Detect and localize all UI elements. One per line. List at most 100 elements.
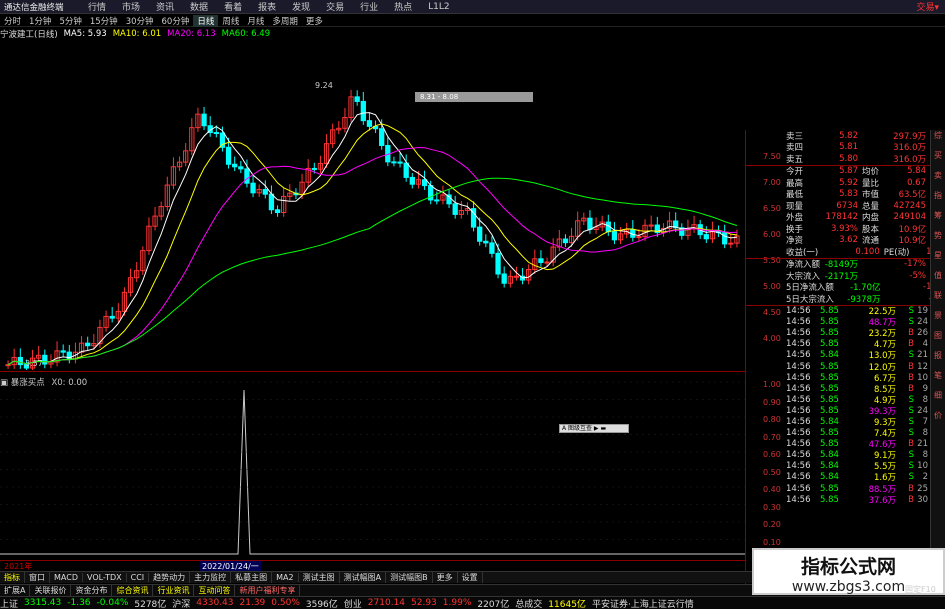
side-tool-button[interactable]: 细 — [931, 390, 945, 410]
candle-body — [483, 240, 489, 244]
side-tool-button[interactable]: 图 — [931, 330, 945, 350]
sub-tab[interactable]: 扩展A — [0, 585, 31, 596]
menu-item[interactable]: 看着 — [216, 0, 250, 13]
side-tool-button[interactable]: 笔 — [931, 370, 945, 390]
quote-key: 今开 — [786, 167, 804, 178]
menu-item[interactable]: 交易 — [318, 0, 352, 13]
side-tool-button[interactable]: 买 — [931, 150, 945, 170]
quote-key2: 股本 — [862, 224, 880, 235]
candle-body — [250, 182, 256, 194]
side-tool-button[interactable]: 价 — [931, 410, 945, 430]
indicator-tab[interactable]: 私募主图 — [231, 572, 273, 583]
tick-count: 30 — [917, 494, 928, 505]
sh-pct: -0.04% — [96, 598, 129, 608]
quote-value: 5.83 — [839, 189, 858, 200]
menu-item[interactable]: 资讯 — [148, 0, 182, 13]
period-item[interactable]: 15分钟 — [86, 15, 122, 27]
indicator-tab[interactable]: 测试幅图A — [340, 572, 387, 583]
period-item[interactable]: 分时 — [0, 15, 25, 27]
indicator-tab[interactable]: 设置 — [458, 572, 483, 583]
menu-item[interactable]: 市场 — [114, 0, 148, 13]
menu-item[interactable]: L1L2 — [420, 2, 457, 12]
tick-row: 14:56 5.85 39.3万 S 24 — [746, 405, 945, 417]
tick-price: 5.85 — [820, 361, 839, 372]
tick-side: S — [908, 405, 914, 416]
period-item[interactable]: 1分钟 — [25, 15, 55, 27]
side-tool-button[interactable]: 报 — [931, 350, 945, 370]
tick-side: S — [908, 350, 914, 361]
indicator-tab[interactable]: MACD — [50, 573, 83, 582]
side-tool-button[interactable]: 指 — [931, 190, 945, 210]
indicator-tab[interactable]: VOL-TDX — [83, 573, 127, 582]
candle-body — [360, 100, 366, 122]
period-item[interactable]: 多周期 — [268, 15, 302, 27]
side-tool-button[interactable]: 综 — [931, 130, 945, 150]
sub-tab[interactable]: 关联报价 — [30, 585, 72, 596]
indicator-tab[interactable]: 测试主图 — [299, 572, 340, 583]
tick-price: 5.85 — [820, 306, 839, 317]
menu-item[interactable]: 报表 — [250, 0, 284, 13]
side-tool-button[interactable]: 势 — [931, 230, 945, 250]
sub-tab[interactable]: 行业资讯 — [153, 585, 195, 596]
period-item[interactable]: 60分钟 — [158, 15, 194, 27]
tick-count: 4 — [922, 339, 928, 350]
candle-body — [42, 354, 48, 365]
quote-row: 外盘 178142 内盘 249104 — [746, 212, 945, 223]
sub-tab[interactable]: 资金分布 — [71, 585, 113, 596]
tick-price: 5.84 — [820, 461, 839, 472]
side-tool-button[interactable]: 景 — [931, 310, 945, 330]
quote-value: -9378万 — [847, 294, 881, 305]
tick-count: 8 — [922, 428, 928, 439]
side-tool-button[interactable]: 值 — [931, 270, 945, 290]
menu-item[interactable]: 行业 — [352, 0, 386, 13]
tick-row: 14:56 5.85 22.5万 S 19 — [746, 306, 945, 317]
candle-body — [213, 132, 219, 135]
indicator-tab[interactable]: 趋势动力 — [149, 572, 191, 583]
candlestick-chart[interactable]: 9.24 3.57 — [0, 40, 745, 370]
indicator-tab[interactable]: MA2 — [272, 573, 299, 582]
tick-time: 14:56 — [786, 405, 811, 416]
side-tool-button[interactable]: 星 — [931, 250, 945, 270]
sub-tab[interactable]: 新用户福利专享 — [235, 585, 301, 596]
indicator-tab[interactable]: CCI — [127, 573, 150, 582]
side-tool-button[interactable]: 筹 — [931, 210, 945, 230]
f10-label[interactable]: 固定F10 — [905, 584, 936, 595]
sub-tab[interactable]: 综合资讯 — [112, 585, 154, 596]
side-tool-button[interactable]: 联 — [931, 290, 945, 310]
sz-pct: 0.50% — [271, 598, 300, 608]
tick-side: S — [908, 416, 914, 427]
tick-side: S — [908, 461, 914, 472]
menu-item[interactable]: 发现 — [284, 0, 318, 13]
menu-item[interactable]: 数据 — [182, 0, 216, 13]
tick-row: 14:56 5.85 37.6万 B 30 — [746, 494, 945, 506]
menu-item[interactable]: 热点 — [386, 0, 420, 13]
candle-body — [648, 224, 654, 227]
candle-body — [403, 162, 409, 178]
candle-body — [109, 315, 115, 319]
indicator-tab[interactable]: 指标 — [0, 572, 25, 583]
candle-body — [379, 128, 385, 147]
tick-time: 14:56 — [786, 450, 811, 461]
period-item[interactable]: 周线 — [218, 15, 243, 27]
side-toolbar: 综买卖指筹势星值联景图报笔细价 — [930, 130, 945, 595]
candle-body — [262, 189, 268, 195]
indicator-tab[interactable]: 窗口 — [25, 572, 50, 583]
indicator-tab[interactable]: 测试幅图B — [386, 572, 433, 583]
ma5-label: MA5: 5.93 — [63, 28, 107, 39]
quote-key: 现量 — [786, 201, 804, 212]
sub-tab[interactable]: 互动问答 — [194, 585, 236, 596]
indicator-tab[interactable]: 主力监控 — [190, 572, 232, 583]
indicator-tab[interactable]: 更多 — [433, 572, 458, 583]
indicator-chart[interactable] — [0, 372, 745, 560]
menu-item[interactable]: 行情 — [80, 0, 114, 13]
tooltip-box[interactable]: A 图级互查 ▶ ▬ — [559, 424, 629, 433]
trade-button[interactable]: 交易▾ — [916, 0, 945, 13]
tick-side: B — [908, 439, 914, 450]
period-item[interactable]: 更多 — [302, 15, 327, 27]
date-axis: 2021年 2022/01/24/一 — [0, 560, 745, 572]
side-tool-button[interactable]: 卖 — [931, 170, 945, 190]
period-item[interactable]: 月线 — [243, 15, 268, 27]
period-item-active[interactable]: 日线 — [193, 14, 219, 27]
period-item[interactable]: 30分钟 — [122, 15, 158, 27]
period-item[interactable]: 5分钟 — [55, 15, 85, 27]
